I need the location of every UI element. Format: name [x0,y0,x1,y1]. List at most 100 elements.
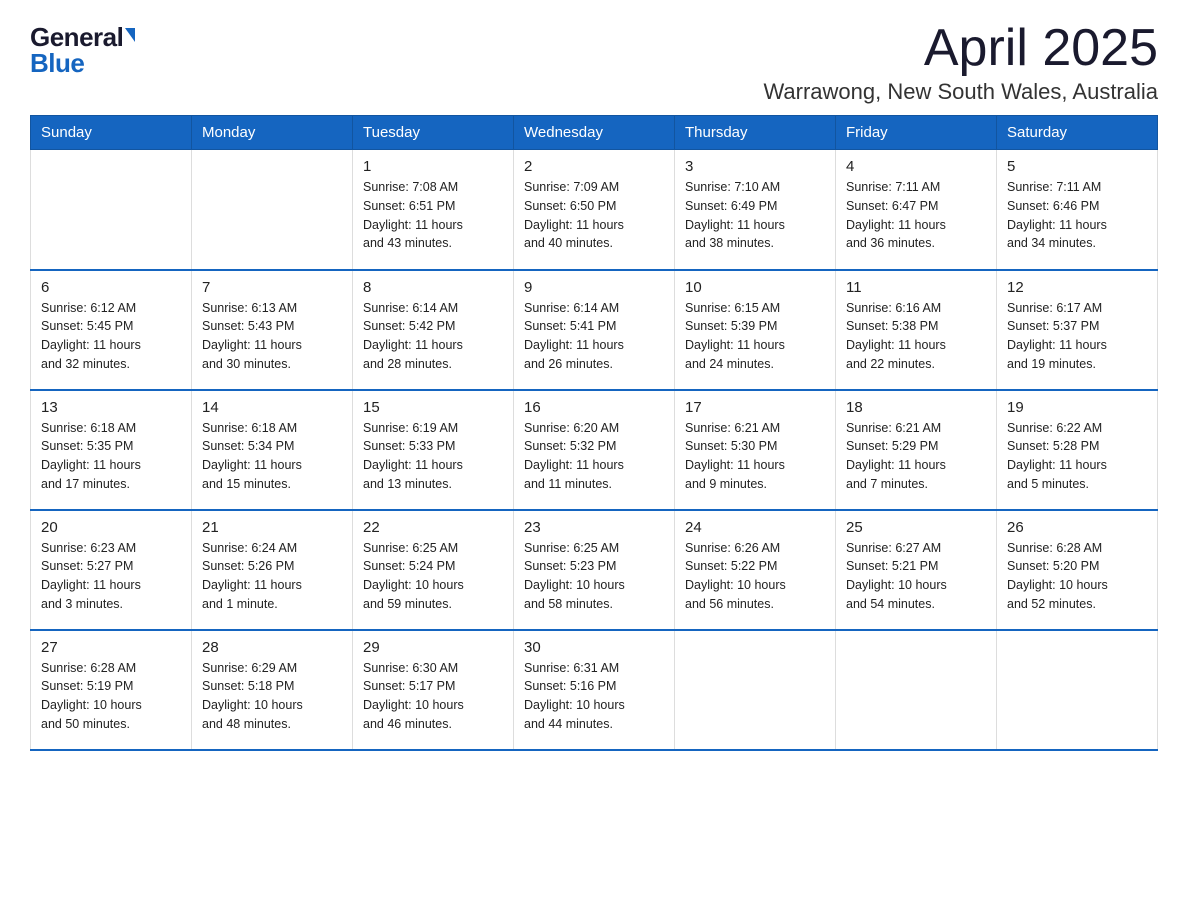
calendar-cell: 6Sunrise: 6:12 AM Sunset: 5:45 PM Daylig… [31,270,192,390]
calendar-header-row: SundayMondayTuesdayWednesdayThursdayFrid… [31,116,1158,150]
day-number: 16 [524,399,664,416]
calendar-cell: 30 Sunrise: 6:31 AM Sunset: 5:16 PM Dayli… [514,630,675,750]
calendar-cell: 17 Sunrise: 6:21 AM Sunset: 5:30 PM Dayli… [675,390,836,510]
day-number: 10 [685,279,825,296]
calendar-cell [192,150,353,270]
day-number: 28 [202,639,342,656]
calendar-cell: 14 Sunrise: 6:18 AM Sunset: 5:34 PM Dayli… [192,390,353,510]
day-info: Sunrise: 6:25 AM Sunset: 5:24 PM Dayligh… [363,539,503,614]
day-info: Sunrise: 7:11 AM Sunset: 6:46 PM Dayligh… [1007,178,1147,253]
day-info: Sunrise: 6:25 AM Sunset: 5:23 PM Dayligh… [524,539,664,614]
day-info: Sunrise: 6:22 AM Sunset: 5:28 PM Dayligh… [1007,419,1147,494]
calendar-cell: 4 Sunrise: 7:11 AM Sunset: 6:47 PM Daylig… [836,150,997,270]
day-number: 27 [41,639,181,656]
calendar-cell [675,630,836,750]
day-number: 21 [202,519,342,536]
calendar-cell: 11 Sunrise: 6:16 AM Sunset: 5:38 PM Dayli… [836,270,997,390]
day-info: Sunrise: 6:28 AM Sunset: 5:20 PM Dayligh… [1007,539,1147,614]
calendar-cell: 24 Sunrise: 6:26 AM Sunset: 5:22 PM Dayli… [675,510,836,630]
logo: General Blue [30,20,135,76]
day-info: Sunrise: 6:21 AM Sunset: 5:30 PM Dayligh… [685,419,825,494]
calendar-table: SundayMondayTuesdayWednesdayThursdayFrid… [30,115,1158,751]
calendar-cell: 15Sunrise: 6:19 AM Sunset: 5:33 PM Dayli… [353,390,514,510]
day-number: 17 [685,399,825,416]
day-info: Sunrise: 6:14 AM Sunset: 5:41 PM Dayligh… [524,299,664,374]
day-number: 29 [363,639,503,656]
calendar-cell: 16 Sunrise: 6:20 AM Sunset: 5:32 PM Dayli… [514,390,675,510]
day-info: Sunrise: 6:20 AM Sunset: 5:32 PM Dayligh… [524,419,664,494]
calendar-cell: 20 Sunrise: 6:23 AM Sunset: 5:27 PM Dayli… [31,510,192,630]
logo-general-text: General [30,24,123,50]
day-info: Sunrise: 6:27 AM Sunset: 5:21 PM Dayligh… [846,539,986,614]
calendar-cell [997,630,1158,750]
day-info: Sunrise: 6:28 AM Sunset: 5:19 PM Dayligh… [41,659,181,734]
day-info: Sunrise: 7:11 AM Sunset: 6:47 PM Dayligh… [846,178,986,253]
day-info: Sunrise: 6:14 AM Sunset: 5:42 PM Dayligh… [363,299,503,374]
day-number: 24 [685,519,825,536]
day-number: 4 [846,158,986,175]
day-number: 8 [363,279,503,296]
day-number: 18 [846,399,986,416]
calendar-cell: 13 Sunrise: 6:18 AM Sunset: 5:35 PM Dayli… [31,390,192,510]
day-info: Sunrise: 6:31 AM Sunset: 5:16 PM Dayligh… [524,659,664,734]
day-number: 30 [524,639,664,656]
calendar-cell: 26 Sunrise: 6:28 AM Sunset: 5:20 PM Dayli… [997,510,1158,630]
weekday-header-thursday: Thursday [675,116,836,150]
calendar-cell: 27 Sunrise: 6:28 AM Sunset: 5:19 PM Dayli… [31,630,192,750]
calendar-week-row: 13 Sunrise: 6:18 AM Sunset: 5:35 PM Dayli… [31,390,1158,510]
calendar-cell: 23 Sunrise: 6:25 AM Sunset: 5:23 PM Dayli… [514,510,675,630]
calendar-cell: 9 Sunrise: 6:14 AM Sunset: 5:41 PM Daylig… [514,270,675,390]
day-number: 1 [363,158,503,175]
calendar-cell: 5Sunrise: 7:11 AM Sunset: 6:46 PM Daylig… [997,150,1158,270]
day-number: 2 [524,158,664,175]
day-number: 25 [846,519,986,536]
weekday-header-saturday: Saturday [997,116,1158,150]
day-number: 13 [41,399,181,416]
logo-arrow-icon [125,28,135,42]
day-info: Sunrise: 7:08 AM Sunset: 6:51 PM Dayligh… [363,178,503,253]
calendar-week-row: 27 Sunrise: 6:28 AM Sunset: 5:19 PM Dayli… [31,630,1158,750]
day-info: Sunrise: 6:26 AM Sunset: 5:22 PM Dayligh… [685,539,825,614]
day-info: Sunrise: 6:29 AM Sunset: 5:18 PM Dayligh… [202,659,342,734]
calendar-cell: 21 Sunrise: 6:24 AM Sunset: 5:26 PM Dayli… [192,510,353,630]
calendar-cell: 18 Sunrise: 6:21 AM Sunset: 5:29 PM Dayli… [836,390,997,510]
day-info: Sunrise: 6:23 AM Sunset: 5:27 PM Dayligh… [41,539,181,614]
day-number: 19 [1007,399,1147,416]
day-info: Sunrise: 6:19 AM Sunset: 5:33 PM Dayligh… [363,419,503,494]
day-info: Sunrise: 6:24 AM Sunset: 5:26 PM Dayligh… [202,539,342,614]
calendar-cell: 8 Sunrise: 6:14 AM Sunset: 5:42 PM Daylig… [353,270,514,390]
calendar-cell: 19 Sunrise: 6:22 AM Sunset: 5:28 PM Dayli… [997,390,1158,510]
day-info: Sunrise: 6:21 AM Sunset: 5:29 PM Dayligh… [846,419,986,494]
calendar-cell: 2 Sunrise: 7:09 AM Sunset: 6:50 PM Daylig… [514,150,675,270]
day-info: Sunrise: 6:18 AM Sunset: 5:35 PM Dayligh… [41,419,181,494]
calendar-cell [836,630,997,750]
weekday-header-monday: Monday [192,116,353,150]
logo-blue-text: Blue [30,50,84,76]
day-number: 9 [524,279,664,296]
calendar-cell: 28 Sunrise: 6:29 AM Sunset: 5:18 PM Dayli… [192,630,353,750]
weekday-header-wednesday: Wednesday [514,116,675,150]
day-number: 20 [41,519,181,536]
day-number: 23 [524,519,664,536]
day-info: Sunrise: 6:15 AM Sunset: 5:39 PM Dayligh… [685,299,825,374]
calendar-cell: 12Sunrise: 6:17 AM Sunset: 5:37 PM Dayli… [997,270,1158,390]
page-header: General Blue April 2025 Warrawong, New S… [30,20,1158,105]
day-info: Sunrise: 6:18 AM Sunset: 5:34 PM Dayligh… [202,419,342,494]
day-info: Sunrise: 6:30 AM Sunset: 5:17 PM Dayligh… [363,659,503,734]
calendar-cell: 10 Sunrise: 6:15 AM Sunset: 5:39 PM Dayli… [675,270,836,390]
calendar-cell: 25 Sunrise: 6:27 AM Sunset: 5:21 PM Dayli… [836,510,997,630]
calendar-week-row: 1 Sunrise: 7:08 AM Sunset: 6:51 PM Daylig… [31,150,1158,270]
calendar-cell [31,150,192,270]
day-info: Sunrise: 6:16 AM Sunset: 5:38 PM Dayligh… [846,299,986,374]
weekday-header-friday: Friday [836,116,997,150]
day-info: Sunrise: 7:10 AM Sunset: 6:49 PM Dayligh… [685,178,825,253]
day-number: 26 [1007,519,1147,536]
day-number: 14 [202,399,342,416]
day-info: Sunrise: 6:13 AM Sunset: 5:43 PM Dayligh… [202,299,342,374]
calendar-cell: 22Sunrise: 6:25 AM Sunset: 5:24 PM Dayli… [353,510,514,630]
calendar-cell: 1 Sunrise: 7:08 AM Sunset: 6:51 PM Daylig… [353,150,514,270]
title-block: April 2025 Warrawong, New South Wales, A… [763,20,1158,105]
day-info: Sunrise: 7:09 AM Sunset: 6:50 PM Dayligh… [524,178,664,253]
calendar-cell: 7Sunrise: 6:13 AM Sunset: 5:43 PM Daylig… [192,270,353,390]
day-number: 11 [846,279,986,296]
